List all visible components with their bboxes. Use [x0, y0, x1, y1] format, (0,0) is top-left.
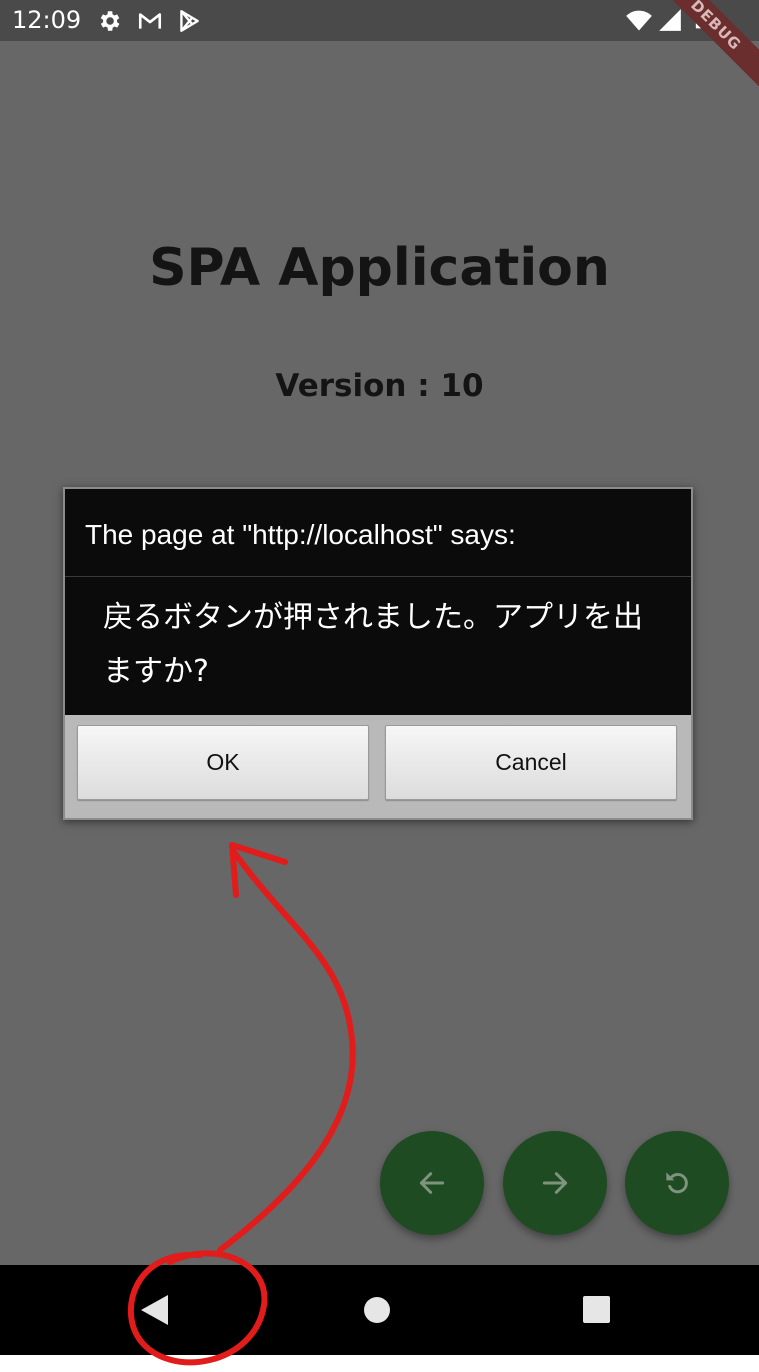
arrow-left-icon	[419, 1172, 445, 1194]
dialog-title: The page at "http://localhost" says:	[85, 519, 516, 550]
wifi-icon	[625, 6, 652, 32]
reload-fab-button[interactable]	[625, 1131, 729, 1235]
play-store-icon	[176, 8, 202, 34]
version-label: Version : 10	[275, 368, 484, 404]
forward-fab-button[interactable]	[503, 1131, 607, 1235]
page-title: SPA Application	[149, 238, 610, 298]
back-fab-button[interactable]	[380, 1131, 484, 1235]
refresh-icon	[666, 1172, 688, 1194]
back-triangle-icon	[141, 1295, 168, 1325]
navigation-bar	[0, 1265, 759, 1355]
nav-recents-button[interactable]	[552, 1265, 642, 1355]
status-time: 12:09	[12, 6, 82, 34]
gear-icon	[96, 8, 122, 34]
nav-back-button[interactable]	[110, 1265, 200, 1355]
gmail-icon	[136, 8, 162, 34]
recents-square-icon	[583, 1296, 610, 1323]
annotation-arrow	[217, 849, 356, 1253]
home-circle-icon	[364, 1297, 390, 1323]
ok-button[interactable]: OK	[77, 725, 369, 800]
cancel-button[interactable]: Cancel	[385, 725, 677, 800]
arrow-right-icon	[542, 1172, 568, 1194]
nav-home-button[interactable]	[332, 1265, 422, 1355]
annotation-arrowhead	[229, 842, 288, 898]
signal-icon	[657, 7, 683, 33]
alert-dialog: The page at "http://localhost" says: 戻るボ…	[63, 487, 693, 820]
dialog-divider	[65, 576, 691, 577]
bottom-strip	[0, 1355, 759, 1372]
dialog-message: 戻るボタンが押されました。アプリを出ますか?	[103, 600, 643, 689]
dialog-button-bar: OK Cancel	[65, 715, 691, 818]
status-bar: 12:09	[0, 0, 759, 41]
